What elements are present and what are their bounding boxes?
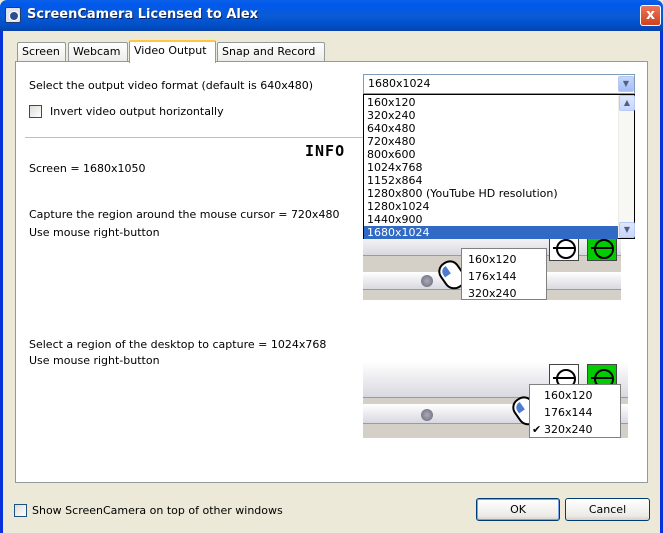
menu-item: 160x120 [544, 389, 593, 402]
invert-video-checkbox[interactable] [29, 105, 42, 118]
format-option-800x600[interactable]: 800x600 [364, 148, 618, 161]
window-title: ScreenCamera Licensed to Alex [27, 7, 259, 22]
app-camera-icon[interactable] [5, 7, 21, 23]
always-on-top-label: Show ScreenCamera on top of other window… [32, 504, 283, 517]
mouse-region-hint: Use mouse right-button [29, 226, 160, 239]
ok-button[interactable]: OK [476, 498, 560, 521]
scroll-down-icon[interactable]: ▼ [619, 222, 635, 238]
resolution-context-menu: 160x120 176x144 ✔ 320x240 [529, 384, 621, 438]
tab-screen[interactable]: Screen [17, 42, 66, 62]
format-option-160x120[interactable]: 160x120 [364, 96, 618, 109]
scroll-up-icon[interactable]: ▲ [619, 95, 635, 111]
format-option-640x480[interactable]: 640x480 [364, 122, 618, 135]
format-option-1280x800[interactable]: 1280x800 (YouTube HD resolution) [364, 187, 618, 200]
mouse-region-text: Capture the region around the mouse curs… [29, 208, 340, 221]
format-option-1152x864[interactable]: 1152x864 [364, 174, 618, 187]
check-icon: ✔ [532, 423, 542, 436]
output-format-label: Select the output video format (default … [29, 79, 314, 92]
screen-size-text: Screen = 1680x1050 [29, 162, 146, 175]
desktop-region-demo-image: 160x120 176x144 ✔ 320x240 [363, 362, 628, 438]
info-title: INFO [305, 142, 346, 160]
desktop-region-hint: Use mouse right-button [29, 354, 160, 367]
tab-video-output[interactable]: Video Output [129, 40, 216, 63]
tab-snap-and-record[interactable]: Snap and Record [217, 42, 325, 62]
format-option-1024x768[interactable]: 1024x768 [364, 161, 618, 174]
close-button[interactable]: x [640, 5, 661, 26]
cancel-button[interactable]: Cancel [565, 498, 650, 521]
resolution-context-menu: 160x120 176x144 320x240 [461, 248, 547, 300]
output-format-dropdown-list[interactable]: 160x120 320x240 640x480 720x480 800x600 … [363, 94, 635, 239]
output-format-select[interactable]: 1680x1024 ▼ [363, 74, 635, 94]
menu-item: 160x120 [468, 253, 517, 266]
format-option-320x240[interactable]: 320x240 [364, 109, 618, 122]
dropdown-scrollbar[interactable]: ▲ ▼ [618, 95, 635, 238]
menu-item: 176x144 [544, 406, 593, 419]
output-format-value: 1680x1024 [368, 77, 431, 90]
tab-webcam[interactable]: Webcam [68, 42, 128, 62]
always-on-top-checkbox[interactable] [14, 504, 27, 517]
menu-item: 176x144 [468, 270, 517, 283]
mouse-region-demo-image: 160x120 176x144 320x240 [363, 232, 621, 300]
menu-item: 320x240 [468, 287, 517, 300]
format-option-1680x1024[interactable]: 1680x1024 [364, 226, 618, 239]
window-frame-left [0, 31, 3, 533]
invert-video-label: Invert video output horizontally [50, 105, 224, 118]
format-option-1280x1024[interactable]: 1280x1024 [364, 200, 618, 213]
format-option-720x480[interactable]: 720x480 [364, 135, 618, 148]
menu-item-checked: 320x240 [544, 423, 593, 436]
format-option-1440x900[interactable]: 1440x900 [364, 213, 618, 226]
desktop-region-text: Select a region of the desktop to captur… [29, 338, 327, 351]
info-divider [25, 137, 363, 138]
chevron-down-icon[interactable]: ▼ [618, 76, 634, 92]
